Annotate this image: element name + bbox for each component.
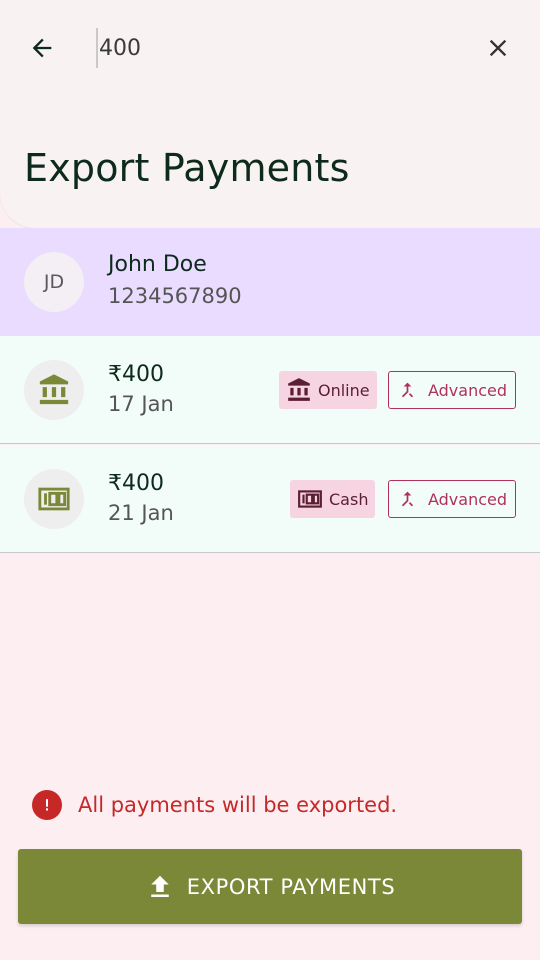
bank-icon <box>39 374 69 405</box>
merge-icon <box>401 382 414 398</box>
advanced-tag-label: Advanced <box>427 380 507 400</box>
payment-amount: ₹400 <box>108 471 164 496</box>
customer-row[interactable]: JD John Doe 1234567890 <box>0 228 540 336</box>
upload-icon <box>150 875 169 897</box>
page-title: Export Payments <box>24 146 350 190</box>
payment-date: 21 Jan <box>108 501 174 525</box>
advanced-tag[interactable]: Advanced <box>388 371 516 409</box>
info-message: All payments will be exported. <box>32 790 397 820</box>
export-payments-button[interactable]: EXPORT PAYMENTS <box>18 849 522 924</box>
advanced-tag-label: Advanced <box>427 489 507 509</box>
payment-row[interactable]: ₹400 21 Jan Cash Advanced <box>0 445 540 553</box>
avatar: JD <box>24 252 84 312</box>
cash-icon <box>298 490 322 508</box>
payment-date: 17 Jan <box>108 392 174 416</box>
payment-mode-label: Online <box>318 380 370 400</box>
customer-phone: 1234567890 <box>108 284 242 308</box>
info-text: All payments will be exported. <box>78 793 398 817</box>
payment-mode-label: Cash <box>329 489 369 509</box>
export-button-label: EXPORT PAYMENTS <box>186 874 396 899</box>
payment-mode-chip: Online <box>279 371 377 409</box>
top-app-bar: Export Payments <box>0 0 540 228</box>
info-icon <box>32 790 62 820</box>
payment-mode-avatar <box>24 469 84 529</box>
advanced-tag[interactable]: Advanced <box>388 480 516 518</box>
payment-mode-chip: Cash <box>290 480 376 518</box>
arrow-back-icon <box>32 38 52 58</box>
customer-name: John Doe <box>108 252 207 277</box>
cash-icon <box>38 487 70 511</box>
back-button[interactable] <box>24 30 60 66</box>
clear-search-button[interactable] <box>480 30 516 66</box>
payment-row[interactable]: ₹400 17 Jan Online Advanced <box>0 336 540 444</box>
bank-icon <box>288 378 310 401</box>
close-icon <box>489 39 507 57</box>
search-input[interactable] <box>96 28 456 68</box>
merge-icon <box>401 491 414 507</box>
payment-mode-avatar <box>24 360 84 420</box>
payment-amount: ₹400 <box>108 362 164 387</box>
